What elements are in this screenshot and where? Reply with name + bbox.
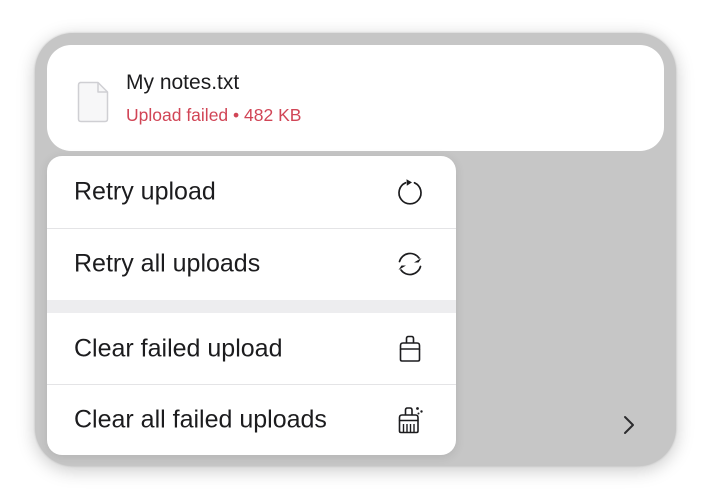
eraser-icon (399, 335, 421, 362)
upload-status: Upload failed • 482 KB (126, 105, 302, 125)
retry-arrow-icon (398, 179, 422, 205)
chevron-right-icon[interactable] (618, 410, 640, 440)
menu-section-separator (47, 300, 456, 313)
document-icon (77, 81, 109, 123)
clear-all-failed-uploads-menu-item[interactable]: Clear all failed uploads (47, 384, 456, 455)
retry-all-uploads-label: Retry all uploads (74, 249, 261, 278)
retry-upload-label: Retry upload (74, 177, 216, 206)
clear-all-failed-uploads-label: Clear all failed uploads (74, 405, 327, 434)
broom-sparkle-icon (398, 407, 423, 434)
file-name: My notes.txt (126, 71, 240, 94)
retry-all-uploads-menu-item[interactable]: Retry all uploads (47, 228, 456, 300)
retry-upload-menu-item[interactable]: Retry upload (47, 156, 456, 228)
screen: My notes.txt Upload failed • 482 KB Retr… (0, 0, 710, 500)
retry-all-arrows-icon (398, 252, 422, 276)
clear-failed-upload-menu-item[interactable]: Clear failed upload (47, 313, 456, 385)
clear-failed-upload-label: Clear failed upload (74, 334, 283, 363)
action-menu: Retry upload Retry all uploads Clear fai… (47, 156, 456, 455)
file-row[interactable]: My notes.txt Upload failed • 482 KB (47, 45, 664, 151)
context-menu-panel: My notes.txt Upload failed • 482 KB Retr… (35, 33, 676, 466)
